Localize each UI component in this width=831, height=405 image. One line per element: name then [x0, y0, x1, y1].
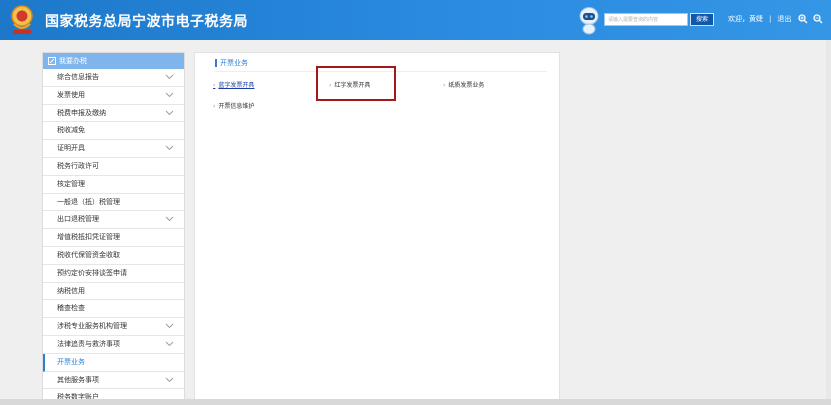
content-panel: 开票业务 蓝字发票开具 红字发票开具 纸质发票业务 开票信息维护 — [194, 52, 560, 405]
sidebar-item[interactable]: 出口退税管理 — [43, 211, 184, 230]
sidebar-item[interactable]: 税收减免 — [43, 122, 184, 141]
sidebar-item-label: 发票使用 — [57, 90, 85, 99]
sidebar-item[interactable]: 税收代保管资金收取 — [43, 247, 184, 265]
sidebar-item[interactable]: 增值税抵扣凭证管理 — [43, 229, 184, 247]
chevron-down-icon — [165, 341, 174, 347]
sidebar-item[interactable]: 发票使用 — [43, 87, 184, 105]
sidebar-item-label: 税收代保管资金收取 — [57, 250, 120, 259]
sidebar-item[interactable]: 证明开具 — [43, 140, 184, 158]
zoom-in-icon[interactable] — [798, 14, 808, 24]
sidebar-item-label: 增值税抵扣凭证管理 — [57, 233, 120, 242]
search-input[interactable] — [604, 13, 688, 26]
sidebar-item-label: 税费申报及缴纳 — [57, 108, 106, 117]
sidebar-item-label: 一般退（抵）税管理 — [57, 197, 120, 206]
chevron-down-icon — [165, 217, 174, 222]
welcome-text: 欢迎，黄婕 — [728, 15, 763, 23]
logout-link[interactable]: 退出 — [777, 14, 791, 24]
bottom-strip — [0, 399, 831, 405]
sidebar-header[interactable]: 我要办税 — [43, 53, 184, 69]
chevron-down-icon — [165, 377, 174, 382]
sidebar-item[interactable]: 开票业务 — [43, 353, 184, 372]
sidebar-item-label: 稽查检查 — [57, 304, 85, 313]
user-bar: 欢迎，黄婕 | 退出 — [728, 14, 792, 24]
sidebar-item-label: 证明开具 — [57, 144, 85, 153]
sidebar-item-label: 出口退税管理 — [57, 215, 99, 224]
sidebar-item[interactable]: 稽查检查 — [43, 300, 184, 319]
chevron-down-icon — [165, 145, 174, 151]
sidebar-item-label: 核定管理 — [57, 179, 85, 188]
tax-emblem-logo — [11, 5, 33, 34]
highlight-box — [316, 66, 396, 101]
menu-edit-icon — [48, 57, 56, 65]
top-header: 国家税务总局宁波市电子税务局 搜索 欢迎，黄婕|退出 — [0, 0, 831, 40]
chevron-down-icon — [165, 92, 174, 97]
sidebar-item-label: 预约定价安排谈签申请 — [57, 268, 127, 277]
sidebar-item-label: 开票业务 — [57, 357, 85, 366]
sidebar-menu: 我要办税 综合信息报告 发票使用税费申报及缴纳 税收减免证明开具税务行政许可 核定管理… — [42, 52, 185, 405]
link-paper-invoice[interactable]: 纸质发票业务 — [443, 80, 484, 89]
zoom-out-icon[interactable] — [813, 14, 823, 24]
section-title: 开票业务 — [215, 59, 248, 67]
assistant-robot-icon[interactable] — [578, 5, 600, 35]
sidebar-item-label: 涉税专业服务机构管理 — [57, 322, 127, 331]
chevron-down-icon — [165, 323, 174, 329]
sidebar-item[interactable]: 其他服务事项 — [43, 372, 184, 390]
sidebar-title: 我要办税 — [59, 57, 87, 65]
sidebar-item[interactable]: 法律追责与救济事项 — [43, 336, 184, 354]
sidebar-item-label: 税务行政许可 — [57, 161, 99, 170]
sidebar-item[interactable]: 综合信息报告 — [43, 69, 184, 87]
sidebar-item-label: 综合信息报告 — [57, 73, 99, 81]
page-scrollbar[interactable] — [826, 40, 831, 399]
sidebar-item[interactable]: 税费申报及缴纳 — [43, 105, 184, 123]
site-title: 国家税务总局宁波市电子税务局 — [45, 14, 248, 30]
link-invoice-info[interactable]: 开票信息维护 — [213, 101, 254, 110]
sidebar-item[interactable]: 涉税专业服务机构管理 — [43, 318, 184, 336]
chevron-down-icon — [165, 110, 174, 115]
sidebar-item[interactable]: 税务行政许可 — [43, 158, 184, 176]
sidebar-item-label: 法律追责与救济事项 — [57, 339, 120, 348]
sidebar-list: 综合信息报告 发票使用税费申报及缴纳 税收减免证明开具税务行政许可 核定管理一般退（抵… — [43, 69, 184, 404]
link-blue-invoice[interactable]: 蓝字发票开具 — [213, 80, 254, 89]
sidebar-item[interactable]: 纳税信用 — [43, 283, 184, 301]
sidebar-item-label: 税收减免 — [57, 126, 85, 135]
sidebar-item-label: 纳税信用 — [57, 286, 85, 295]
sidebar-item[interactable]: 核定管理 — [43, 176, 184, 194]
chevron-down-icon — [165, 74, 174, 80]
sidebar-item[interactable]: 预约定价安排谈签申请 — [43, 265, 184, 283]
sidebar-item-label: 其他服务事项 — [57, 375, 99, 384]
search-button[interactable]: 搜索 — [690, 13, 714, 26]
sidebar-item[interactable]: 一般退（抵）税管理 — [43, 194, 184, 212]
